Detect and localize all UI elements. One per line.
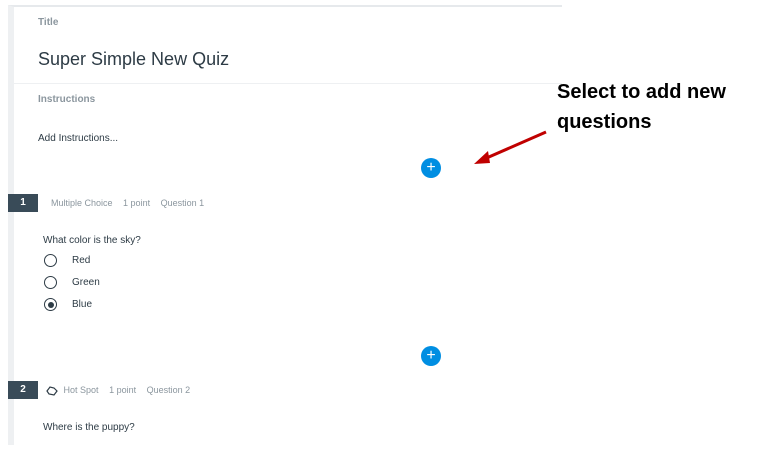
question-name-1: Question 1 (160, 198, 205, 208)
radio-button[interactable] (44, 254, 57, 267)
instructions-label: Instructions (38, 94, 96, 105)
question-number-2: 2 (8, 381, 38, 399)
title-label: Title (38, 17, 59, 28)
annotation-arrow-icon (474, 130, 547, 164)
question-meta-1: Multiple Choice 1 point Question 1 (51, 198, 212, 208)
question-points-1: 1 point (123, 198, 151, 208)
option-label: Green (72, 277, 100, 288)
radio-button[interactable] (44, 276, 57, 289)
radio-button-selected[interactable] (44, 298, 57, 311)
add-question-button-2[interactable]: + (421, 346, 441, 366)
add-question-button-1[interactable]: + (421, 158, 441, 178)
question-meta-2: Hot Spot 1 point Question 2 (46, 385, 198, 396)
hot-spot-icon (46, 385, 58, 396)
question-type-1: Multiple Choice (51, 198, 113, 208)
divider (14, 83, 562, 84)
plus-icon: + (426, 347, 436, 364)
quiz-editor-panel: Title Super Simple New Quiz Instructions… (8, 5, 562, 445)
annotation-callout-text: Select to add new questions (557, 81, 726, 133)
question-name-2: Question 2 (146, 385, 191, 395)
question-text-2: Where is the puppy? (43, 422, 135, 433)
quiz-title[interactable]: Super Simple New Quiz (38, 49, 229, 70)
question-text-1: What color is the sky? (43, 235, 141, 246)
option-label: Red (72, 255, 91, 266)
question-number-1: 1 (8, 194, 38, 212)
option-label: Blue (72, 299, 93, 310)
plus-icon: + (426, 159, 436, 176)
question-type-2: Hot Spot (63, 385, 99, 395)
instructions-input[interactable]: Add Instructions... (38, 133, 118, 144)
question-points-2: 1 point (109, 385, 137, 395)
